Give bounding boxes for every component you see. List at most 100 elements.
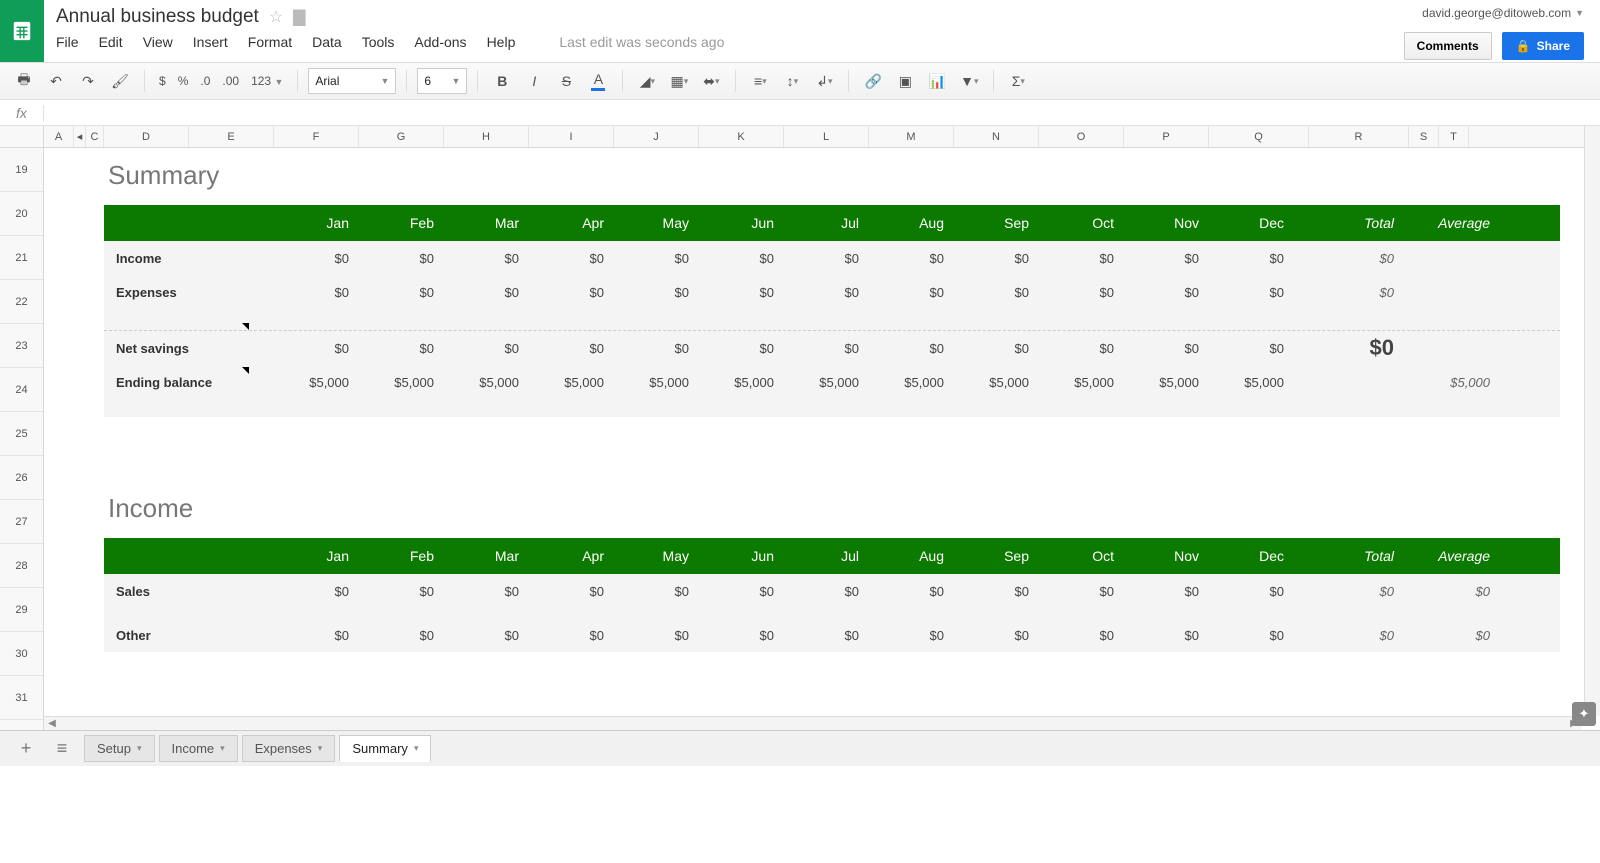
row-header-21[interactable]: 21	[0, 236, 43, 280]
currency-button[interactable]: $	[155, 74, 170, 88]
cell[interactable]: $5,000	[873, 375, 958, 390]
insert-comment-icon[interactable]: ▣	[891, 67, 919, 95]
cell[interactable]: $0	[1128, 584, 1213, 599]
cell[interactable]: $0	[1043, 584, 1128, 599]
cell[interactable]: $0	[1128, 285, 1213, 300]
menu-view[interactable]: View	[143, 34, 173, 50]
total-cell[interactable]: $0	[1298, 584, 1408, 599]
cell[interactable]: $5,000	[788, 375, 873, 390]
total-cell[interactable]: $0	[1298, 628, 1408, 643]
average-cell[interactable]: $5,000	[1408, 375, 1504, 390]
column-header-J[interactable]: J	[614, 126, 699, 147]
total-cell[interactable]: $0	[1298, 285, 1408, 300]
menu-file[interactable]: File	[56, 34, 79, 50]
column-header-E[interactable]: E	[189, 126, 274, 147]
cell[interactable]: $5,000	[1213, 375, 1298, 390]
cell[interactable]: $5,000	[533, 375, 618, 390]
average-cell[interactable]: $0	[1408, 584, 1504, 599]
cell[interactable]: $0	[363, 584, 448, 599]
select-all-corner[interactable]	[0, 126, 44, 147]
text-wrap-icon[interactable]: ↲▾	[810, 67, 838, 95]
explore-button[interactable]: ✦	[1572, 702, 1596, 726]
cell[interactable]: $0	[448, 628, 533, 643]
cell[interactable]: $0	[703, 251, 788, 266]
cell[interactable]: $0	[1043, 285, 1128, 300]
cell[interactable]: $0	[533, 341, 618, 356]
horizontal-align-icon[interactable]: ≡▾	[746, 67, 774, 95]
row-header-27[interactable]: 27	[0, 500, 43, 544]
row-header-28[interactable]: 28	[0, 544, 43, 588]
column-header-N[interactable]: N	[954, 126, 1039, 147]
average-cell[interactable]: $0	[1408, 628, 1504, 643]
column-header-M[interactable]: M	[869, 126, 954, 147]
cell[interactable]: $0	[1213, 251, 1298, 266]
column-header-R[interactable]: R	[1309, 126, 1409, 147]
column-header-I[interactable]: I	[529, 126, 614, 147]
cell[interactable]: $5,000	[703, 375, 788, 390]
cell[interactable]: $5,000	[363, 375, 448, 390]
cell[interactable]: $0	[533, 584, 618, 599]
cell[interactable]: $0	[448, 584, 533, 599]
cell[interactable]: $5,000	[448, 375, 533, 390]
scroll-left-icon[interactable]: ◀	[44, 718, 60, 729]
font-size-select[interactable]: 6▼	[417, 68, 467, 94]
cell[interactable]: $0	[703, 628, 788, 643]
column-header-K[interactable]: K	[699, 126, 784, 147]
text-color-button[interactable]: A	[584, 67, 612, 95]
cell[interactable]: $0	[1213, 584, 1298, 599]
cell[interactable]: $0	[958, 251, 1043, 266]
vertical-align-icon[interactable]: ↕▾	[778, 67, 806, 95]
cell[interactable]: $5,000	[1128, 375, 1213, 390]
folder-icon[interactable]: ▇	[293, 7, 305, 27]
cell[interactable]: $0	[448, 251, 533, 266]
cell[interactable]: $0	[788, 251, 873, 266]
insert-chart-icon[interactable]: 📊	[923, 67, 951, 95]
cell[interactable]: $0	[363, 341, 448, 356]
font-select[interactable]: Arial▼	[308, 68, 396, 94]
star-icon[interactable]: ☆	[269, 7, 283, 27]
cell[interactable]: $0	[788, 341, 873, 356]
cell[interactable]: $0	[873, 285, 958, 300]
cell[interactable]: $0	[1128, 628, 1213, 643]
column-header-H[interactable]: H	[444, 126, 529, 147]
menu-edit[interactable]: Edit	[99, 34, 123, 50]
menu-insert[interactable]: Insert	[193, 34, 228, 50]
column-header-C[interactable]: C	[86, 126, 104, 147]
sheet-tab-income[interactable]: Income▾	[159, 735, 238, 762]
row-header-23[interactable]: 23	[0, 324, 43, 368]
total-cell[interactable]: $0	[1298, 335, 1408, 361]
menu-format[interactable]: Format	[248, 34, 292, 50]
number-format-button[interactable]: 123 ▼	[247, 74, 287, 88]
share-button[interactable]: 🔒Share	[1502, 32, 1584, 60]
undo-icon[interactable]: ↶	[42, 67, 70, 95]
cell[interactable]: $0	[618, 341, 703, 356]
column-header-A[interactable]: A	[44, 126, 74, 147]
cell[interactable]: $0	[448, 341, 533, 356]
column-header-D[interactable]: D	[104, 126, 189, 147]
decrease-decimal-button[interactable]: .0	[196, 74, 214, 88]
cell[interactable]: $0	[703, 341, 788, 356]
cell[interactable]: $0	[278, 628, 363, 643]
cell[interactable]: $0	[958, 584, 1043, 599]
insert-link-icon[interactable]: 🔗	[859, 67, 887, 95]
cell[interactable]: $0	[618, 251, 703, 266]
bold-button[interactable]: B	[488, 67, 516, 95]
cell[interactable]: $0	[958, 341, 1043, 356]
cell[interactable]: $0	[1043, 628, 1128, 643]
column-header-O[interactable]: O	[1039, 126, 1124, 147]
row-header-30[interactable]: 30	[0, 632, 43, 676]
column-header-G[interactable]: G	[359, 126, 444, 147]
document-title[interactable]: Annual business budget	[56, 6, 259, 28]
cell[interactable]: $0	[788, 628, 873, 643]
cell[interactable]: $0	[873, 341, 958, 356]
cell[interactable]: $0	[278, 251, 363, 266]
cell[interactable]: $0	[788, 584, 873, 599]
cell[interactable]: $0	[618, 584, 703, 599]
row-header-19[interactable]: 19	[0, 148, 43, 192]
cell[interactable]: $0	[278, 584, 363, 599]
row-header-29[interactable]: 29	[0, 588, 43, 632]
fill-color-icon[interactable]: ◢▾	[633, 67, 661, 95]
print-icon[interactable]: 🖶	[10, 67, 38, 95]
column-group-toggle[interactable]: ◂	[74, 126, 86, 147]
all-sheets-button[interactable]: ≡	[48, 735, 76, 763]
